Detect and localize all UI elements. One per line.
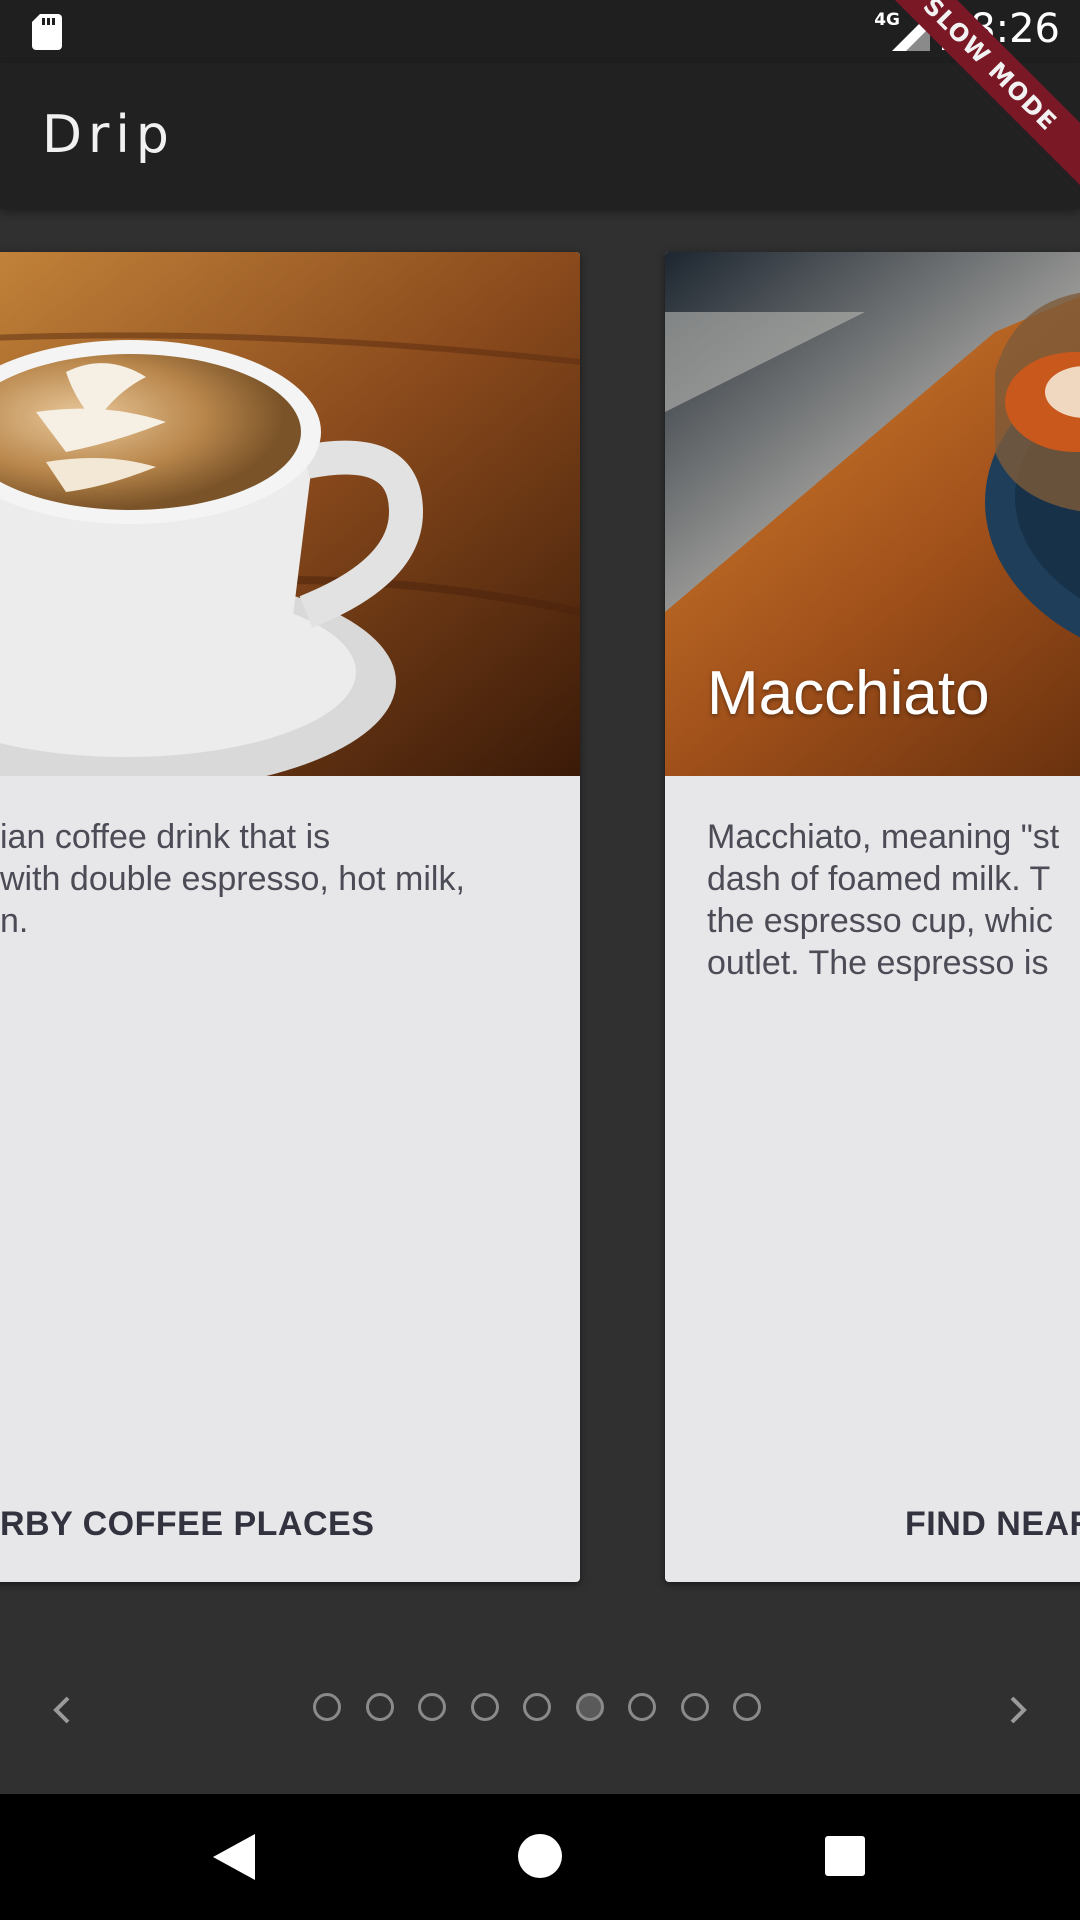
- page-dot[interactable]: [313, 1693, 341, 1721]
- latte-description-line: with double espresso, hot milk,: [0, 860, 465, 898]
- find-nearby-button[interactable]: RBY COFFEE PLACES: [0, 1505, 580, 1544]
- coffee-card-macchiato[interactable]: Macchiato Macchiato, meaning "st dash of…: [665, 252, 1080, 1582]
- sd-card-icon: [32, 14, 62, 50]
- app-title: Drip: [42, 105, 175, 165]
- system-nav-bar: [0, 1794, 1080, 1920]
- macchiato-image: Macchiato: [665, 252, 1080, 776]
- macchiato-description-line: outlet. The espresso is: [707, 944, 1049, 982]
- page-dot[interactable]: [418, 1693, 446, 1721]
- page-dot[interactable]: [365, 1693, 394, 1721]
- card-title: Macchiato: [707, 659, 990, 728]
- macchiato-description-line: Macchiato, meaning "st: [707, 818, 1060, 856]
- page-dot[interactable]: [575, 1693, 604, 1721]
- chevron-left-icon[interactable]: [40, 1688, 84, 1732]
- page-dot[interactable]: [680, 1693, 709, 1721]
- latte-art-cup-icon: [0, 252, 580, 776]
- coffee-carousel[interactable]: ian coffee drink that is with double esp…: [0, 209, 1080, 1789]
- latte-description: ian coffee drink that is with double esp…: [0, 816, 580, 942]
- find-nearby-button[interactable]: FIND NEAR: [905, 1505, 1080, 1544]
- macchiato-description-line: the espresso cup, whic: [707, 902, 1053, 940]
- page-dot[interactable]: [733, 1693, 761, 1721]
- chevron-right-icon[interactable]: [996, 1688, 1040, 1732]
- latte-description-line: ian coffee drink that is: [0, 818, 331, 856]
- latte-image: [0, 252, 580, 776]
- latte-description-line: n.: [0, 902, 29, 940]
- page-dot[interactable]: [470, 1693, 499, 1721]
- slow-mode-banner: SLOW MODE: [880, 0, 1080, 200]
- slow-mode-label: SLOW MODE: [880, 0, 1080, 186]
- page-dot[interactable]: [628, 1693, 656, 1721]
- recents-square-icon[interactable]: [825, 1836, 865, 1876]
- back-triangle-icon[interactable]: [213, 1834, 255, 1880]
- macchiato-description: Macchiato, meaning "st dash of foamed mi…: [707, 816, 1080, 984]
- page-dot[interactable]: [523, 1693, 551, 1721]
- coffee-card-latte[interactable]: ian coffee drink that is with double esp…: [0, 252, 580, 1582]
- macchiato-description-line: dash of foamed milk. T: [707, 860, 1051, 898]
- page-indicator: [0, 1660, 1080, 1760]
- home-circle-icon[interactable]: [518, 1834, 562, 1878]
